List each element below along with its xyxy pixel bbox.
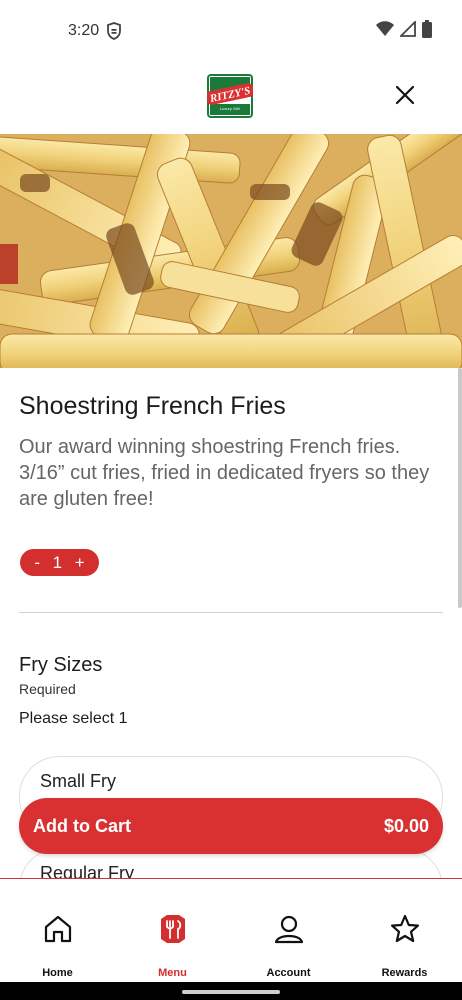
item-description: Our award winning shoestring French frie… [19, 436, 430, 510]
item-photo [0, 134, 462, 368]
required-label: Required [19, 681, 76, 697]
home-indicator[interactable] [182, 990, 280, 994]
nav-menu[interactable]: Menu [115, 879, 230, 983]
cart-price: $0.00 [383, 815, 429, 836]
nav-label: Rewards [381, 967, 428, 979]
menu-icon [161, 915, 185, 943]
nav-label: Account [266, 967, 311, 979]
decrease-button[interactable]: - [34, 553, 40, 573]
account-icon [274, 915, 304, 944]
battery-icon [422, 20, 432, 38]
home-icon [44, 915, 72, 943]
quantity-value: 1 [52, 552, 63, 572]
nav-rewards[interactable]: Rewards [347, 879, 462, 983]
item-title: Shoestring French Fries [19, 392, 286, 420]
quantity-stepper[interactable]: - 1 + [20, 549, 99, 576]
nav-label: Menu [158, 967, 187, 979]
nav-label: Home [42, 967, 73, 979]
modifier-group-title: Fry Sizes [19, 654, 103, 676]
add-to-cart-label: Add to Cart [33, 815, 131, 836]
shield-icon [107, 22, 121, 40]
status-time: 3:20 [68, 22, 100, 39]
increase-button[interactable]: + [75, 553, 85, 573]
add-to-cart-button[interactable]: Add to Cart $0.00 [19, 798, 443, 854]
gesture-bar [0, 982, 462, 1000]
svg-text:Luxury Grill: Luxury Grill [220, 106, 240, 111]
scrollbar[interactable] [458, 368, 462, 608]
selection-hint: Please select 1 [19, 710, 128, 727]
ritzys-logo: RITZY'S Luxury Grill [207, 74, 253, 118]
bottom-nav: Home Menu Account Rewards [0, 878, 462, 982]
status-bar: 3:20 [0, 0, 462, 62]
close-icon[interactable] [390, 80, 420, 110]
signal-icon [400, 21, 416, 37]
option-label: Small Fry [40, 771, 116, 791]
status-icons [376, 20, 432, 38]
nav-account[interactable]: Account [231, 879, 346, 983]
wifi-icon [376, 21, 394, 36]
nav-home[interactable]: Home [0, 879, 115, 983]
star-icon [390, 914, 420, 943]
option-label: Regular Fry [40, 863, 135, 878]
divider [19, 612, 443, 613]
